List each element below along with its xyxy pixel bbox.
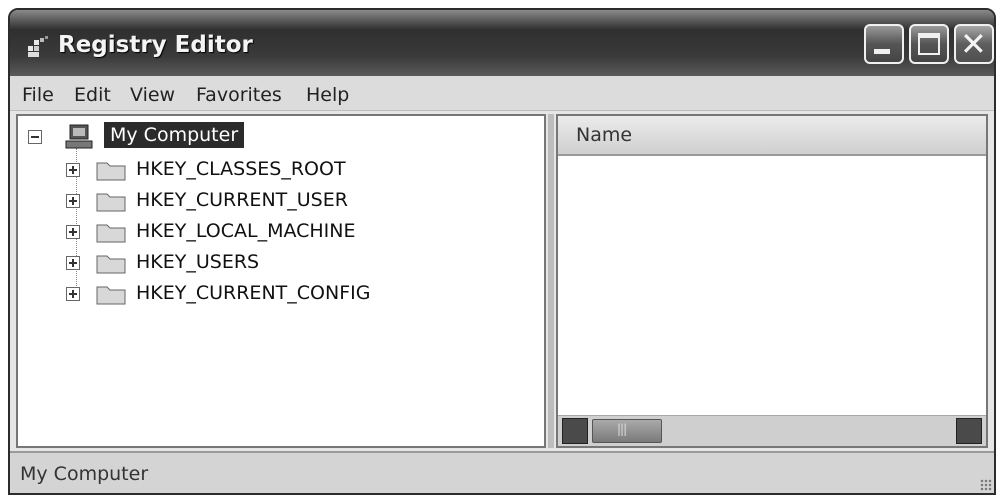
menu-view[interactable]: View bbox=[130, 84, 175, 106]
status-bar: My Computer bbox=[10, 451, 994, 493]
tree-root-label[interactable]: My Computer bbox=[104, 122, 245, 148]
folder-icon bbox=[96, 255, 126, 274]
close-button[interactable]: ✕ bbox=[954, 24, 994, 64]
horizontal-scrollbar[interactable] bbox=[558, 415, 986, 446]
expand-toggle[interactable] bbox=[66, 163, 80, 177]
menu-bar: File Edit View Favorites Help bbox=[10, 76, 994, 111]
computer-icon bbox=[65, 124, 93, 149]
scroll-thumb[interactable] bbox=[592, 419, 662, 443]
close-icon: ✕ bbox=[960, 25, 987, 63]
expand-toggle[interactable] bbox=[66, 225, 80, 239]
menu-edit[interactable]: Edit bbox=[74, 84, 111, 106]
maximize-button[interactable] bbox=[909, 24, 949, 64]
tree-item-label[interactable]: HKEY_CLASSES_ROOT bbox=[136, 158, 346, 180]
expand-toggle[interactable] bbox=[66, 194, 80, 208]
column-header-label: Name bbox=[576, 124, 633, 146]
registry-editor-icon bbox=[28, 36, 48, 57]
folder-icon bbox=[96, 162, 126, 181]
menu-help[interactable]: Help bbox=[306, 84, 349, 106]
expand-toggle[interactable] bbox=[66, 256, 80, 270]
title-bar[interactable]: Registry Editor ✕ bbox=[10, 10, 994, 76]
maximize-icon bbox=[918, 33, 940, 55]
expand-toggle[interactable] bbox=[66, 287, 80, 301]
folder-icon bbox=[96, 193, 126, 212]
window-title: Registry Editor bbox=[58, 32, 253, 58]
pane-splitter[interactable] bbox=[548, 114, 554, 448]
resize-grip-icon[interactable] bbox=[980, 479, 992, 491]
column-header-name[interactable]: Name bbox=[558, 116, 986, 156]
scroll-right-button[interactable] bbox=[956, 418, 982, 444]
values-list-pane[interactable]: Name bbox=[556, 114, 988, 448]
folder-icon bbox=[96, 224, 126, 243]
tree-item-label[interactable]: HKEY_USERS bbox=[136, 251, 259, 273]
status-text: My Computer bbox=[20, 463, 149, 485]
minimize-button[interactable] bbox=[864, 24, 904, 64]
registry-editor-window: Registry Editor ✕ File Edit View Favorit… bbox=[8, 8, 996, 495]
menu-file[interactable]: File bbox=[22, 84, 54, 106]
tree-item-label[interactable]: HKEY_LOCAL_MACHINE bbox=[136, 220, 356, 242]
scroll-left-button[interactable] bbox=[562, 418, 588, 444]
menu-favorites[interactable]: Favorites bbox=[196, 84, 282, 106]
tree-item-label[interactable]: HKEY_CURRENT_CONFIG bbox=[136, 282, 370, 304]
folder-icon bbox=[96, 286, 126, 305]
tree-item-label[interactable]: HKEY_CURRENT_USER bbox=[136, 189, 348, 211]
collapse-toggle[interactable] bbox=[28, 130, 42, 144]
minimize-icon bbox=[874, 49, 890, 54]
key-tree-pane[interactable]: My Computer HKEY_CLASSES_ROOT HKEY_CURRE… bbox=[16, 114, 546, 448]
